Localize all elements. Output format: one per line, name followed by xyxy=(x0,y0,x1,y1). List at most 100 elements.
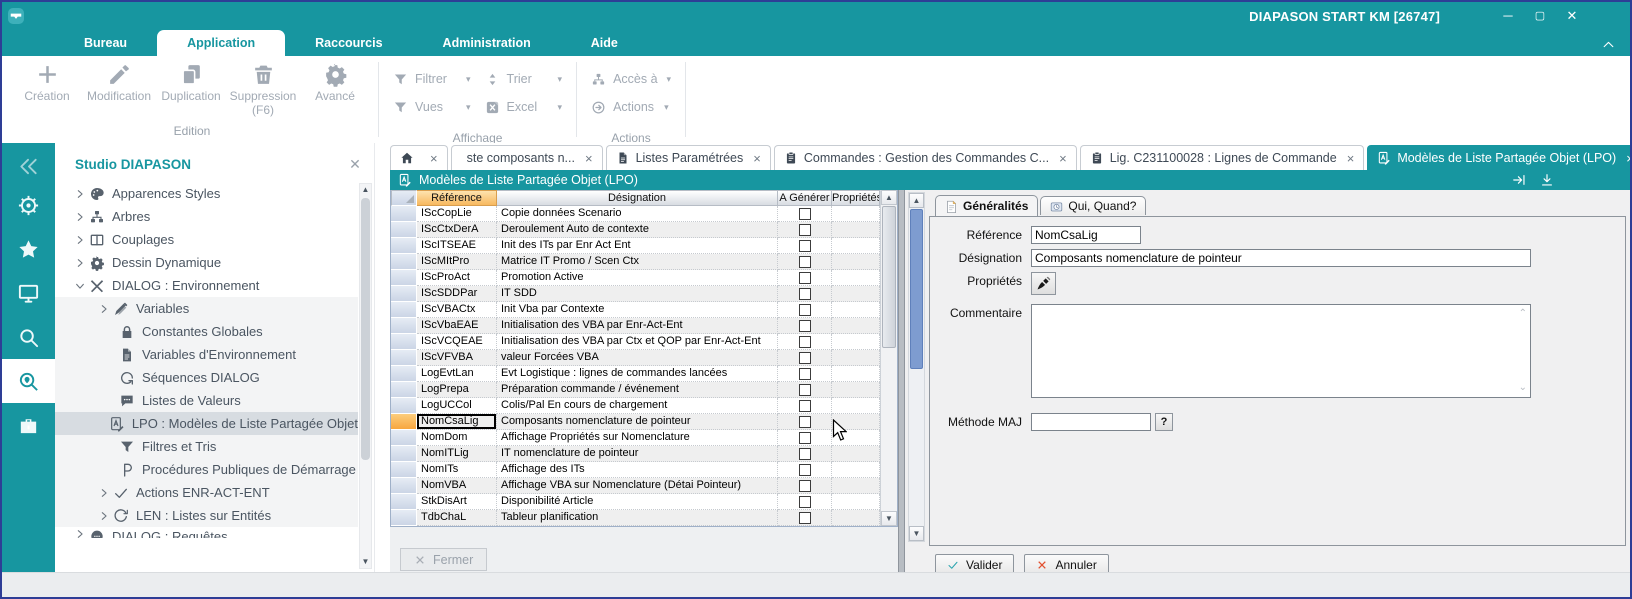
ribbon-small-button[interactable]: Actions ▾ xyxy=(591,94,671,120)
ribbon-button[interactable]: Création xyxy=(12,56,82,103)
row-selector-cell[interactable] xyxy=(391,270,417,286)
reference-field[interactable] xyxy=(1031,226,1141,244)
proprietes-cell[interactable] xyxy=(832,398,880,414)
table-row[interactable]: IScMItPro Matrice IT Promo / Scen Ctx xyxy=(391,254,880,270)
close-icon[interactable]: ✕ xyxy=(1564,8,1580,24)
tree-close-icon[interactable]: ✕ xyxy=(348,156,362,173)
designation-cell[interactable]: Colis/Pal En cours de chargement xyxy=(497,398,778,414)
designation-cell[interactable]: Composants nomenclature de pointeur xyxy=(497,414,778,430)
maximize-icon[interactable]: ▢ xyxy=(1532,8,1548,24)
designation-cell[interactable]: Copie données Scenario xyxy=(497,206,778,222)
designation-cell[interactable]: Initialisation des VBA par Ctx et QOP pa… xyxy=(497,334,778,350)
checkbox[interactable] xyxy=(799,448,811,460)
checkbox[interactable] xyxy=(799,400,811,412)
row-selector-cell[interactable] xyxy=(391,446,417,462)
proprietes-cell[interactable] xyxy=(832,478,880,494)
tree-item[interactable]: Apparences Styles xyxy=(55,182,358,205)
scroll-down-icon[interactable]: ▼ xyxy=(881,511,897,526)
generer-cell[interactable] xyxy=(778,302,832,318)
commentaire-field[interactable]: ⌃ ⌄ xyxy=(1031,304,1531,398)
checkbox[interactable] xyxy=(799,352,811,364)
generer-cell[interactable] xyxy=(778,350,832,366)
generer-cell[interactable] xyxy=(778,382,832,398)
export-icon[interactable] xyxy=(1540,173,1554,187)
document-tab[interactable]: Lig. C231100028 : Lignes de Commande × xyxy=(1080,145,1365,170)
row-selector-cell[interactable] xyxy=(391,254,417,270)
generer-cell[interactable] xyxy=(778,206,832,222)
tree-item[interactable]: Arbres xyxy=(55,205,358,228)
sidebar-icon-button[interactable] xyxy=(2,315,55,359)
table-row[interactable]: LogPrepa Préparation commande / événemen… xyxy=(391,382,880,398)
table-row[interactable]: TdbChaL Tableur planification xyxy=(391,510,880,526)
valider-button[interactable]: Valider xyxy=(935,554,1014,572)
row-selector-cell[interactable] xyxy=(391,462,417,478)
reference-cell[interactable]: LogUCCol xyxy=(417,398,497,414)
reference-cell[interactable]: LogEvtLan xyxy=(417,366,497,382)
row-selector-cell[interactable] xyxy=(391,478,417,494)
checkbox[interactable] xyxy=(799,432,811,444)
designation-cell[interactable]: Disponibilité Article xyxy=(497,494,778,510)
table-row[interactable]: IScVFVBA valeur Forcées VBA xyxy=(391,350,880,366)
generer-cell[interactable] xyxy=(778,270,832,286)
annuler-button[interactable]: Annuler xyxy=(1024,554,1108,572)
row-selector-cell[interactable] xyxy=(391,286,417,302)
menu-tab[interactable]: Application xyxy=(157,30,285,56)
document-tab[interactable]: ste composants n... × xyxy=(451,145,603,170)
chevron-down-icon[interactable]: ⌄ xyxy=(1519,383,1527,393)
ribbon-small-button[interactable]: Accès à ▾ xyxy=(591,66,671,92)
tree-item[interactable]: Dessin Dynamique xyxy=(55,251,358,274)
row-selector-cell[interactable] xyxy=(391,414,417,430)
reference-cell[interactable]: IScSDDPar xyxy=(417,286,497,302)
generer-cell[interactable] xyxy=(778,414,832,430)
document-tab[interactable]: Modèles de Liste Partagée Objet (LPO) × xyxy=(1367,145,1630,170)
row-selector-cell[interactable] xyxy=(391,510,417,526)
scrollbar-thumb[interactable] xyxy=(361,198,370,460)
grid-corner-cell[interactable] xyxy=(391,190,417,206)
menu-tab[interactable]: Administration xyxy=(413,30,561,56)
sidebar-icon-button[interactable] xyxy=(2,271,55,315)
ribbon-collapse-icon[interactable] xyxy=(1602,36,1618,52)
table-row[interactable]: IScCopLie Copie données Scenario xyxy=(391,206,880,222)
ribbon-button[interactable]: Avancé xyxy=(300,56,370,103)
designation-field[interactable] xyxy=(1031,249,1531,267)
table-row[interactable]: NomCsaLig Composants nomenclature de poi… xyxy=(391,414,880,430)
reference-cell[interactable]: IScITSEAE xyxy=(417,238,497,254)
tab-close-icon[interactable]: × xyxy=(753,151,761,166)
table-row[interactable]: NomVBA Affichage VBA sur Nomenclature (D… xyxy=(391,478,880,494)
sidebar-icon-button[interactable] xyxy=(2,183,55,227)
row-selector-cell[interactable] xyxy=(391,302,417,318)
reference-cell[interactable]: IScVBACtx xyxy=(417,302,497,318)
document-tab[interactable]: Listes Paramétrées × xyxy=(606,145,771,170)
menu-tab[interactable]: Aide xyxy=(561,30,648,56)
proprietes-cell[interactable] xyxy=(832,206,880,222)
designation-cell[interactable]: Tableur planification xyxy=(497,510,778,526)
proprietes-cell[interactable] xyxy=(832,494,880,510)
table-row[interactable]: IScVbaEAE Initialisation des VBA par Enr… xyxy=(391,318,880,334)
proprietes-cell[interactable] xyxy=(832,446,880,462)
table-row[interactable]: IScCtxDerA Deroulement Auto de contexte xyxy=(391,222,880,238)
tree-item[interactable]: Listes de Valeurs xyxy=(55,389,358,412)
reference-cell[interactable]: IScCopLie xyxy=(417,206,497,222)
column-header-designation[interactable]: Désignation xyxy=(497,190,778,206)
generer-cell[interactable] xyxy=(778,398,832,414)
tree-item[interactable]: Séquences DIALOG xyxy=(55,366,358,389)
reference-cell[interactable]: NomVBA xyxy=(417,478,497,494)
scrollbar-thumb[interactable] xyxy=(910,209,923,369)
tree-item[interactable]: LPO : Modèles de Liste Partagée Objet xyxy=(55,412,358,435)
reference-cell[interactable]: StkDisArt xyxy=(417,494,497,510)
table-row[interactable]: IScProAct Promotion Active xyxy=(391,270,880,286)
proprietes-cell[interactable] xyxy=(832,302,880,318)
scroll-up-icon[interactable]: ▲ xyxy=(909,193,924,208)
ribbon-small-button[interactable]: Filtrer ▾ xyxy=(393,66,471,92)
scroll-down-icon[interactable]: ▼ xyxy=(362,556,370,568)
reference-cell[interactable]: NomITLig xyxy=(417,446,497,462)
reference-cell[interactable]: NomCsaLig xyxy=(417,414,497,430)
proprietes-cell[interactable] xyxy=(832,270,880,286)
minimize-icon[interactable]: ─ xyxy=(1500,8,1516,24)
sidebar-icon-button[interactable] xyxy=(2,149,55,183)
reference-cell[interactable]: TdbChaL xyxy=(417,510,497,526)
designation-cell[interactable]: Evt Logistique : lignes de commandes lan… xyxy=(497,366,778,382)
tree-item[interactable]: Variables xyxy=(55,297,358,320)
tree-item[interactable]: Procédures Publiques de Démarrage xyxy=(55,458,358,481)
generer-cell[interactable] xyxy=(778,462,832,478)
